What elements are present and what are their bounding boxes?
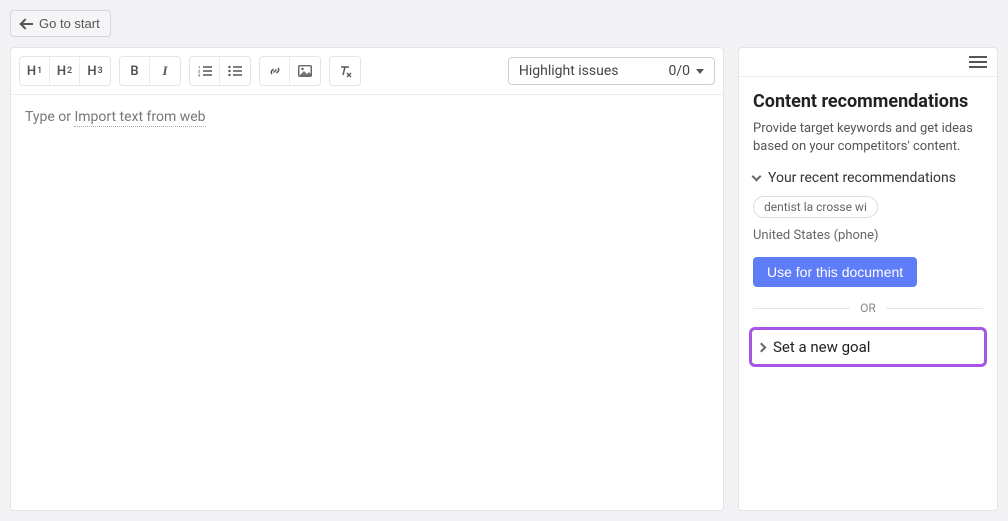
- highlight-issues-label: Highlight issues: [519, 63, 619, 79]
- clear-group: [329, 56, 361, 86]
- h3-button[interactable]: H3: [80, 57, 110, 85]
- set-new-goal-label: Set a new goal: [773, 338, 870, 356]
- ordered-list-button[interactable]: 123: [190, 57, 220, 85]
- panel-description: Provide target keywords and get ideas ba…: [753, 120, 983, 156]
- use-for-document-button[interactable]: Use for this document: [753, 257, 917, 287]
- recommendations-panel: Content recommendations Provide target k…: [738, 47, 998, 511]
- highlight-issues-counter: 0/0: [668, 63, 690, 79]
- format-group: B I: [119, 56, 181, 86]
- or-label: OR: [860, 301, 876, 315]
- bold-button[interactable]: B: [120, 57, 150, 85]
- recent-recommendations-toggle[interactable]: Your recent recommendations: [753, 170, 983, 186]
- editor-placeholder-prefix: Type or: [25, 109, 74, 125]
- panel-title: Content recommendations: [753, 91, 983, 112]
- chevron-right-icon: [757, 342, 767, 352]
- keyword-tag[interactable]: dentist la crosse wi: [753, 196, 878, 218]
- highlight-issues-counter-wrap: 0/0: [668, 63, 704, 79]
- editor-body[interactable]: Type or Import text from web: [11, 95, 723, 510]
- link-icon: [268, 64, 282, 78]
- go-to-start-label: Go to start: [39, 16, 100, 31]
- clear-format-button[interactable]: [330, 57, 360, 85]
- unordered-list-icon: [228, 65, 242, 77]
- link-button[interactable]: [260, 57, 290, 85]
- svg-text:3: 3: [198, 73, 201, 78]
- h2-button[interactable]: H2: [50, 57, 80, 85]
- arrow-left-icon: [21, 19, 33, 29]
- list-group: 123: [189, 56, 251, 86]
- clear-format-icon: [338, 64, 352, 78]
- side-panel-header: [739, 48, 997, 77]
- set-new-goal-highlight: Set a new goal: [749, 327, 987, 367]
- chevron-down-icon: [696, 69, 704, 74]
- recent-recommendations-label: Your recent recommendations: [768, 170, 956, 186]
- highlight-issues-select[interactable]: Highlight issues 0/0: [508, 57, 715, 85]
- hamburger-icon: [969, 56, 987, 58]
- unordered-list-button[interactable]: [220, 57, 250, 85]
- import-text-link[interactable]: Import text from web: [74, 109, 205, 127]
- go-to-start-button[interactable]: Go to start: [10, 10, 111, 37]
- locale-text: United States (phone): [753, 228, 983, 243]
- or-divider: OR: [753, 301, 983, 315]
- editor-toolbar: H1 H2 H3 B I 123: [11, 48, 723, 95]
- h1-button[interactable]: H1: [20, 57, 50, 85]
- image-icon: [298, 65, 312, 77]
- set-new-goal-toggle[interactable]: Set a new goal: [758, 338, 978, 356]
- italic-button[interactable]: I: [150, 57, 180, 85]
- chevron-down-icon: [752, 172, 762, 182]
- insert-group: [259, 56, 321, 86]
- panel-menu-button[interactable]: [969, 56, 987, 68]
- heading-group: H1 H2 H3: [19, 56, 111, 86]
- image-button[interactable]: [290, 57, 320, 85]
- ordered-list-icon: 123: [198, 65, 212, 77]
- editor-panel: H1 H2 H3 B I 123: [10, 47, 724, 511]
